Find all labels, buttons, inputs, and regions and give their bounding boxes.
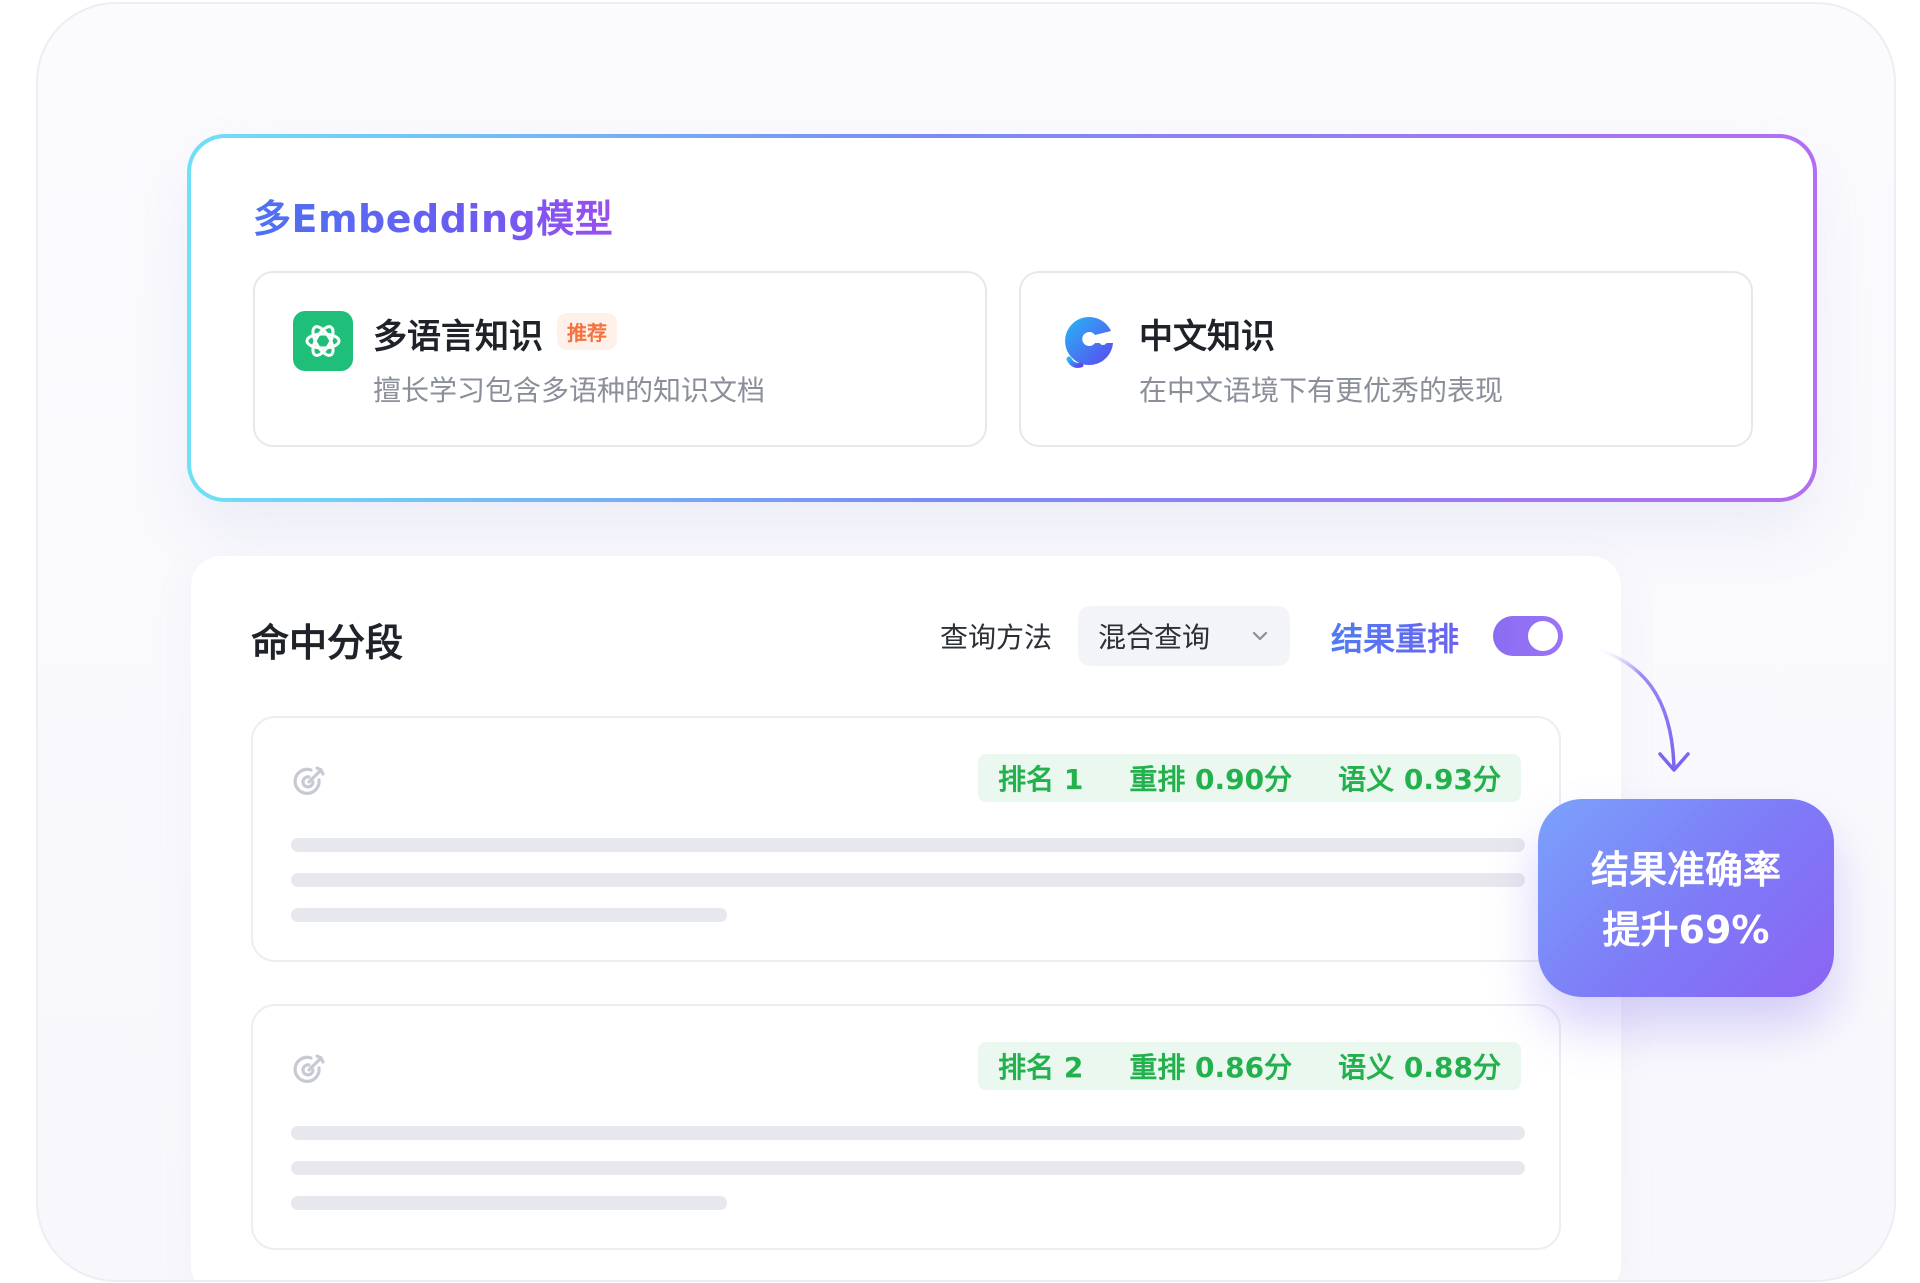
model-name: 多语言知识 <box>373 317 543 357</box>
text-placeholder-line <box>291 1126 1525 1140</box>
toggle-knob <box>1528 621 1558 651</box>
query-method-value: 混合查询 <box>1098 621 1211 654</box>
callout-line-1: 结果准确率 <box>1590 848 1781 892</box>
panel-title: 命中分段 <box>251 621 404 665</box>
score-tags: 排名 1 重排 0.90分 语义 0.93分 <box>978 754 1521 802</box>
hit-item[interactable]: 排名 1 重排 0.90分 语义 0.93分 <box>251 716 1561 962</box>
chevron-down-icon <box>1252 631 1268 641</box>
rerank-score: 重排 0.86分 <box>1129 1051 1293 1084</box>
model-description: 在中文语境下有更优秀的表现 <box>1139 374 1504 407</box>
query-method-label: 查询方法 <box>940 621 1053 654</box>
target-icon <box>293 766 325 795</box>
text-placeholder-line <box>291 873 1525 887</box>
model-name: 中文知识 <box>1139 317 1275 357</box>
text-placeholder-line <box>291 1196 727 1210</box>
recommend-badge: 推荐 <box>557 313 617 350</box>
rerank-score: 重排 0.90分 <box>1129 763 1293 796</box>
model-description: 擅长学习包含多语种的知识文档 <box>373 374 766 407</box>
semantic-score: 语义 0.93分 <box>1338 763 1501 796</box>
query-method-select[interactable]: 混合查询 <box>1078 606 1290 666</box>
openai-icon <box>293 311 353 371</box>
text-placeholder-line <box>291 1161 1525 1175</box>
hit-item[interactable]: 排名 2 重排 0.86分 语义 0.88分 <box>251 1004 1561 1250</box>
semantic-score: 语义 0.88分 <box>1338 1051 1501 1084</box>
rerank-toggle[interactable] <box>1493 616 1563 656</box>
curved-arrow-icon <box>1592 646 1690 772</box>
hit-segments-panel: 命中分段 查询方法 混合查询 结果重排 排名 1 重排 0.90分 语义 0.9… <box>191 556 1621 1280</box>
accuracy-callout: 结果准确率 提升69% <box>1538 799 1834 997</box>
rerank-label: 结果重排 <box>1331 614 1459 660</box>
model-option-chinese[interactable]: 中文知识 在中文语境下有更优秀的表现 <box>1019 271 1753 447</box>
page-frame: 多Embedding模型 多语言知识 推荐 擅长学习包含多语种的知识文档 中文知… <box>36 2 1896 1282</box>
embedding-model-card: 多Embedding模型 多语言知识 推荐 擅长学习包含多语种的知识文档 中文知… <box>187 134 1817 502</box>
score-tags: 排名 2 重排 0.86分 语义 0.88分 <box>978 1042 1521 1090</box>
model-option-multilingual[interactable]: 多语言知识 推荐 擅长学习包含多语种的知识文档 <box>253 271 987 447</box>
target-icon <box>293 1054 325 1083</box>
callout-line-2: 提升69% <box>1602 908 1770 952</box>
embedding-title: 多Embedding模型 <box>253 188 613 243</box>
rank-score: 排名 1 <box>998 763 1084 796</box>
chinese-model-icon <box>1065 316 1113 368</box>
text-placeholder-line <box>291 908 727 922</box>
rank-score: 排名 2 <box>998 1051 1084 1084</box>
text-placeholder-line <box>291 838 1525 852</box>
